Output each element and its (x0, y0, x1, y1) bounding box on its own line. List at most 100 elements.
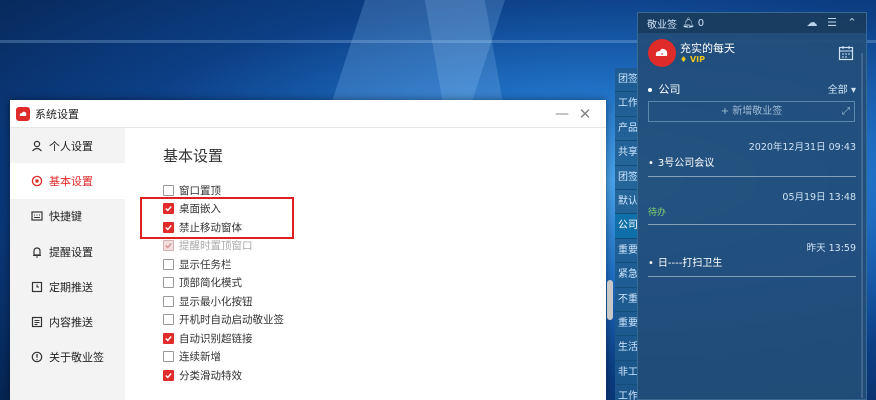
entry-time: 05月19日 13:48 (782, 192, 856, 203)
option-taskbar[interactable]: 显示任务栏 (163, 256, 232, 272)
add-note-button[interactable]: + 新增敬业签 ⤢ (648, 101, 855, 122)
tab-category[interactable]: 工作 (615, 92, 637, 117)
minimize-button[interactable]: — (553, 105, 571, 123)
checkbox[interactable] (163, 295, 174, 307)
option-label: 窗口置顶 (179, 184, 221, 197)
user-icon (30, 139, 43, 152)
sidebar-item-label: 内容推送 (49, 316, 93, 330)
sidebar-item-personal[interactable]: 个人设置 (10, 128, 125, 163)
checkbox-checked[interactable] (163, 369, 174, 381)
option-label: 开机时自动启动敬业签 (179, 314, 284, 326)
category-row: 公司 全部 ▾ (648, 81, 856, 96)
info-icon (30, 351, 43, 364)
entry-time: 昨天 13:59 (806, 243, 856, 254)
vip-label: VIP (689, 55, 705, 64)
keyboard-icon (30, 210, 43, 223)
window-scrollbar[interactable] (607, 280, 613, 320)
expand-icon: ⤢ (842, 106, 850, 117)
section-title: 基本设置 (163, 147, 224, 165)
window-title: 系统设置 (35, 107, 79, 121)
settings-circle-icon (30, 174, 43, 187)
option-window-top[interactable]: 窗口置顶 (163, 182, 221, 198)
option-label: 连续新增 (179, 351, 221, 363)
option-minimize-button[interactable]: 显示最小化按钮 (163, 293, 253, 309)
tab-category[interactable]: 生活 (615, 336, 637, 361)
checkbox[interactable] (163, 277, 174, 288)
sidebar-item-content-push[interactable]: 内容推送 (10, 304, 125, 339)
window-titlebar[interactable]: 系统设置 — ✕ (10, 100, 606, 128)
tab-category[interactable]: 紧急 (615, 263, 637, 288)
collapse-icon[interactable]: ⌃ (846, 16, 858, 29)
settings-window: 系统设置 — ✕ 个人设置 基本设置 快捷键 提醒设置 定期推送 内容推送 关于… (10, 100, 613, 400)
annotation-highlight-box (140, 197, 294, 239)
entry-time: 2020年12月31日 09:43 (748, 142, 856, 153)
sidebar-item-label: 定期推送 (49, 280, 93, 294)
sidebar-item-about[interactable]: 关于敬业签 (10, 340, 125, 375)
app-name: 敬业签 (647, 19, 677, 31)
option-autostart[interactable]: 开机时自动启动敬业签 (163, 312, 284, 328)
tab-category[interactable]: 产品 (615, 116, 637, 142)
checkbox[interactable] (163, 351, 174, 362)
checkbox-disabled (163, 240, 174, 251)
tab-category[interactable]: 团签 (615, 68, 637, 93)
option-label: 显示最小化按钮 (179, 295, 253, 308)
bullet-dot (648, 88, 652, 92)
checkbox[interactable] (163, 258, 174, 270)
vertical-tab-strip: 团签 工作 产品 共享 团签 默认 公司 重要 紧急 不重 重要 生活 非工 工… (615, 68, 637, 400)
close-button[interactable]: ✕ (576, 105, 594, 123)
app-logo-icon (16, 106, 30, 121)
cloud-sync-icon[interactable]: ☁ (806, 16, 818, 29)
tab-category[interactable]: 非工 (615, 360, 637, 386)
menu-icon[interactable]: ☰ (826, 16, 838, 29)
note-panel: 敬业签 🔔︎ 0 ☁ ☰ ⌃ 充实的每天 ♦ VIP 公司 全部 ▾ + 新增敬… (637, 12, 867, 400)
sidebar-item-label: 基本设置 (49, 174, 93, 188)
checkbox-checked[interactable] (163, 332, 174, 344)
option-label: 自动识别超链接 (179, 332, 253, 345)
note-titlebar[interactable]: 敬业签 🔔︎ 0 ☁ ☰ ⌃ (638, 13, 866, 33)
option-auto-link[interactable]: 自动识别超链接 (163, 330, 253, 346)
option-label: 显示任务栏 (179, 258, 232, 271)
checkbox[interactable] (163, 314, 174, 325)
filter-all-dropdown[interactable]: 全部 ▾ (828, 81, 856, 96)
tab-category[interactable]: 工作 (615, 385, 637, 400)
sidebar-item-basic[interactable]: 基本设置 (10, 163, 125, 199)
option-label: 顶部简化模式 (179, 277, 242, 289)
option-simple-top[interactable]: 顶部简化模式 (163, 275, 242, 291)
content-icon (30, 316, 43, 329)
entry-text: 日----打扫卫生 (648, 254, 722, 269)
option-reminder-top: 提醒时置顶窗口 (163, 238, 253, 254)
sidebar-item-schedule-push[interactable]: 定期推送 (10, 269, 125, 304)
tab-category[interactable]: 重要 (615, 311, 637, 337)
tab-category[interactable]: 共享 (615, 141, 637, 166)
entry-text: 3号公司会议 (648, 154, 714, 169)
filter-label: 全部 (827, 85, 848, 96)
settings-sidebar: 个人设置 基本设置 快捷键 提醒设置 定期推送 内容推送 关于敬业签 (10, 128, 125, 400)
sidebar-item-shortcuts[interactable]: 快捷键 (10, 199, 125, 234)
sidebar-item-reminder[interactable]: 提醒设置 (10, 234, 125, 269)
entry-tag: 待办 (648, 208, 667, 218)
tab-category[interactable]: 默认 (615, 189, 637, 215)
sidebar-item-label: 快捷键 (49, 210, 82, 224)
option-continuous-add[interactable]: 连续新增 (163, 349, 221, 365)
notification-bell-icon[interactable]: 🔔︎ (682, 18, 695, 29)
user-row: 充实的每天 ♦ VIP (638, 33, 866, 73)
category-name: 公司 (658, 83, 681, 96)
avatar[interactable] (648, 39, 676, 67)
schedule-icon (30, 280, 43, 293)
tab-category[interactable]: 重要 (615, 238, 637, 264)
add-note-label: + 新增敬业签 (720, 106, 783, 117)
divider (648, 176, 856, 177)
calendar-icon[interactable] (838, 45, 854, 61)
tab-category[interactable]: 不重 (615, 287, 637, 312)
tab-category-selected[interactable]: 公司 (615, 214, 637, 239)
checkbox[interactable] (163, 184, 174, 196)
panel-scrollbar[interactable] (861, 53, 863, 398)
bell-icon (30, 245, 43, 258)
option-label: 提醒时置顶窗口 (179, 240, 253, 252)
username: 充实的每天 (680, 42, 735, 55)
option-slide-effect[interactable]: 分类滑动特效 (163, 367, 242, 383)
sidebar-item-label: 关于敬业签 (49, 351, 104, 365)
tab-category[interactable]: 团签 (615, 165, 637, 190)
divider (648, 276, 856, 277)
sidebar-item-label: 个人设置 (49, 139, 93, 153)
